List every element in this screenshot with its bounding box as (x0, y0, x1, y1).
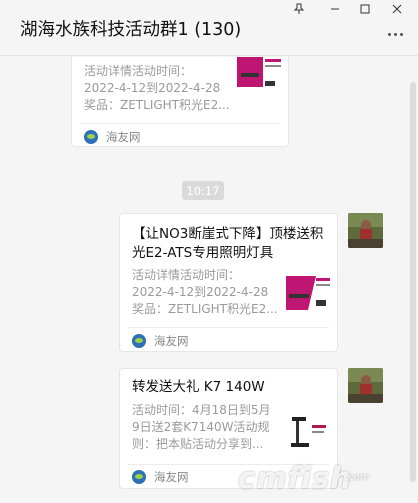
title-bar: 湖海水族科技活动群1 (130) (0, 0, 418, 56)
avatar[interactable] (348, 368, 383, 403)
chat-scrollbar[interactable] (410, 82, 416, 482)
card-title-line: 转发送大礼 K7 140W (132, 379, 265, 395)
card-desc-line: 活动详情活动时间： (132, 268, 241, 282)
site-watermark-domain: .com (345, 472, 370, 483)
source-logo-icon (84, 130, 98, 144)
card-title-line: 光E2-ATS专用照明灯具 (132, 245, 274, 261)
card-source-label: 海友网 (106, 130, 141, 144)
card-source: 海友网 (132, 469, 189, 485)
chat-title: 湖海水族科技活动群1 (130) (20, 20, 242, 40)
card-source-label: 海友网 (154, 334, 189, 348)
close-icon[interactable] (384, 0, 410, 18)
pin-icon[interactable] (286, 0, 312, 18)
source-logo-icon (132, 470, 146, 484)
card-divider (80, 123, 280, 124)
card-divider (128, 327, 329, 328)
more-options-icon[interactable] (388, 30, 408, 38)
message-timestamp: 10:17 (182, 181, 224, 200)
card-desc-line: 奖品：ZETLIGHT积光E2... (132, 302, 278, 316)
card-desc-line: 9日送2套K7140W活动规 (132, 420, 270, 434)
maximize-icon[interactable] (352, 0, 378, 18)
card-desc-line: 2022-4-12到2022-4-28 (132, 285, 269, 299)
card-thumbnail (286, 411, 332, 453)
card-thumbnail (286, 272, 332, 314)
card-source: 海友网 (132, 333, 189, 349)
minimize-icon[interactable] (322, 0, 348, 18)
card-desc-line: 则：把本贴活动分享到... (132, 437, 264, 451)
source-logo-icon (132, 334, 146, 348)
card-source-label: 海友网 (154, 470, 189, 484)
card-desc-line: 奖品：ZETLIGHT积光E2... (84, 98, 230, 112)
link-card[interactable]: 活动详情活动时间： 2022-4-12到2022-4-28 奖品：ZETLIGH… (71, 57, 289, 147)
card-desc-line: 2022-4-12到2022-4-28 (84, 81, 221, 95)
card-title-line: 【让NO3断崖式下降】顶楼送积 (132, 226, 324, 242)
site-watermark: cmfish (238, 461, 352, 495)
card-source: 海友网 (84, 129, 141, 145)
avatar[interactable] (348, 213, 383, 248)
card-desc-line: 活动时间：4月18日到5月 (132, 403, 271, 417)
link-card[interactable]: 【让NO3断崖式下降】顶楼送积 光E2-ATS专用照明灯具 活动详情活动时间： … (119, 213, 338, 352)
chat-messages[interactable]: 活动详情活动时间： 2022-4-12到2022-4-28 奖品：ZETLIGH… (0, 57, 418, 503)
card-thumbnail (237, 57, 283, 95)
card-desc-line: 活动详情活动时间： (84, 64, 193, 78)
